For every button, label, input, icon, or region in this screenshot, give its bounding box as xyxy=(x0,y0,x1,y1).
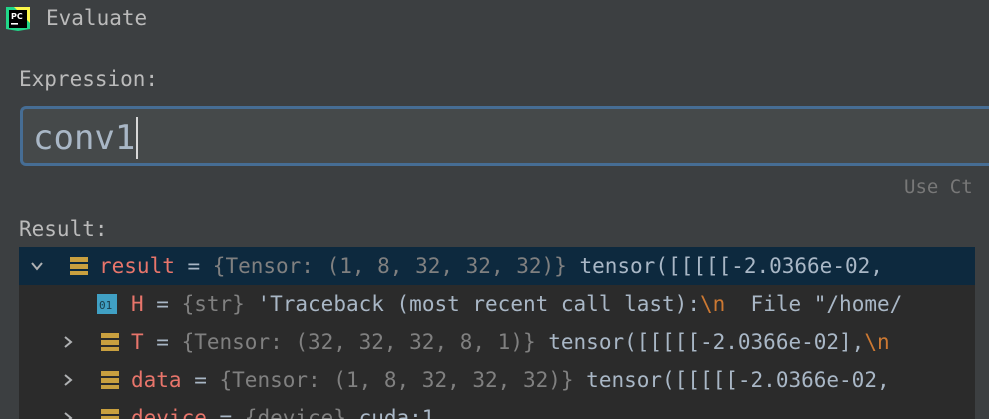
escape-sequence: \n xyxy=(699,292,726,316)
chevron-right-icon[interactable] xyxy=(58,408,78,419)
result-tree[interactable]: result = {Tensor: (1, 8, 32, 32, 32)} te… xyxy=(19,247,975,419)
var-value: tensor([[[[[-2.0366e-02, xyxy=(573,368,890,392)
pycharm-logo-icon: PC xyxy=(6,7,30,31)
var-type: {device} xyxy=(244,406,346,419)
var-name: device xyxy=(131,406,207,419)
tree-row-device[interactable]: device = {device} cuda:1 xyxy=(19,399,975,419)
expression-value[interactable]: conv1 xyxy=(33,118,135,158)
var-value: 'Traceback (most recent call last): xyxy=(244,292,700,316)
chevron-down-icon[interactable] xyxy=(27,256,47,276)
var-name: result xyxy=(99,254,175,278)
var-type: {Tensor: (1, 8, 32, 32, 32)} xyxy=(212,254,567,278)
window-title: Evaluate xyxy=(46,6,148,30)
var-value: tensor([[[[[-2.0366e-02], xyxy=(535,330,865,354)
tree-row-H[interactable]: 01 H = {str} 'Traceback (most recent cal… xyxy=(19,285,975,323)
var-value: tensor([[[[[-2.0366e-02, xyxy=(566,254,883,278)
tree-row-data[interactable]: data = {Tensor: (1, 8, 32, 32, 32)} tens… xyxy=(19,361,975,399)
title-bar: PC Evaluate xyxy=(0,0,989,40)
field-icon xyxy=(70,257,88,275)
svg-text:PC: PC xyxy=(11,12,23,21)
string-icon: 01 xyxy=(97,294,117,314)
var-value-cont: File "/home/ xyxy=(725,292,903,316)
svg-text:01: 01 xyxy=(99,299,112,312)
var-type: {Tensor: (1, 8, 32, 32, 32)} xyxy=(219,368,574,392)
expression-label: Expression: xyxy=(19,67,159,91)
escape-sequence: \n xyxy=(864,330,890,354)
field-icon xyxy=(101,409,119,419)
text-caret xyxy=(136,117,139,159)
var-value: cuda:1 xyxy=(345,406,435,419)
var-name: T xyxy=(131,330,144,354)
result-label: Result: xyxy=(19,217,108,241)
var-type: {Tensor: (32, 32, 32, 8, 1)} xyxy=(181,330,536,354)
expression-input[interactable]: conv1 xyxy=(20,106,989,166)
var-type: {str} xyxy=(181,292,245,316)
field-icon xyxy=(101,371,119,389)
chevron-right-icon[interactable] xyxy=(58,370,78,390)
var-name: H xyxy=(131,292,144,316)
shortcut-hint: Use Ct xyxy=(904,176,973,198)
tree-row-result[interactable]: result = {Tensor: (1, 8, 32, 32, 32)} te… xyxy=(19,247,975,285)
field-icon xyxy=(101,333,119,351)
tree-row-T[interactable]: T = {Tensor: (32, 32, 32, 8, 1)} tensor(… xyxy=(19,323,975,361)
chevron-right-icon[interactable] xyxy=(58,332,78,352)
var-name: data xyxy=(131,368,182,392)
